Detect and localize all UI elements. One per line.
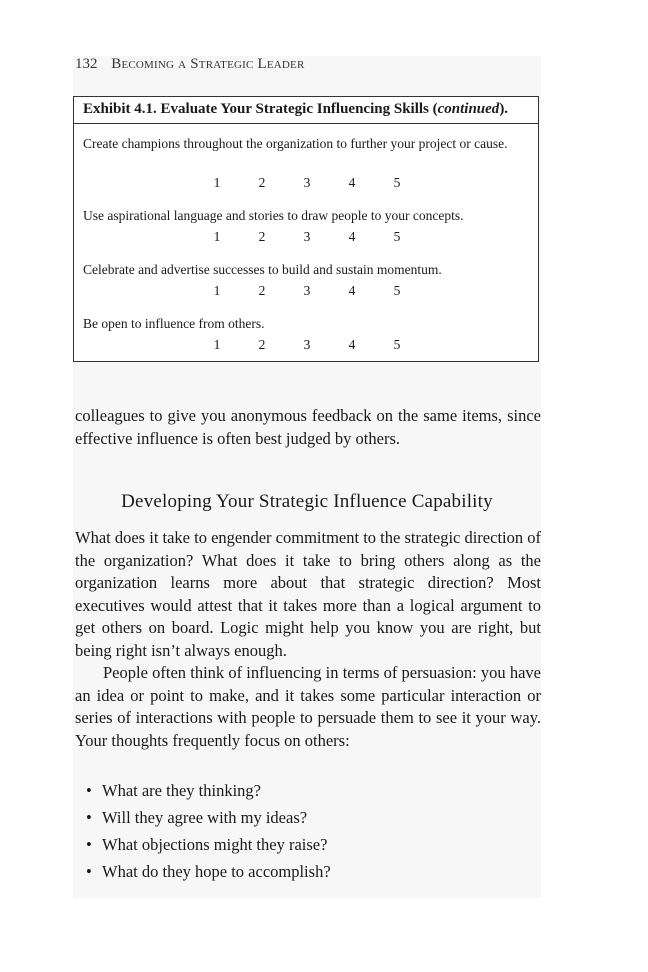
rating-option: 5 <box>393 283 401 298</box>
rating-option: 3 <box>303 229 311 244</box>
running-head-title: Becoming a Strategic Leader <box>111 56 305 72</box>
exhibit-box: Exhibit 4.1. Evaluate Your Strategic Inf… <box>73 96 539 362</box>
continuation-paragraph: colleagues to give you anonymous feedbac… <box>75 406 541 448</box>
list-item: • What are they thinking? <box>75 777 541 804</box>
rating-option: 5 <box>393 337 401 352</box>
paragraph-2: People often think of influencing in ter… <box>75 663 541 750</box>
exhibit-item-text: Celebrate and advertise successes to bui… <box>83 262 442 277</box>
list-item: • What do they hope to accomplish? <box>75 858 541 885</box>
exhibit-item-text: Be open to influence from others. <box>83 316 265 331</box>
bullet-list: • What are they thinking? • Will they agre… <box>75 777 541 885</box>
rating-option: 1 <box>213 283 221 298</box>
rating-option: 2 <box>258 229 266 244</box>
rating-option: 1 <box>213 175 221 190</box>
list-item: • Will they agree with my ideas? <box>75 804 541 831</box>
rating-option: 3 <box>303 175 311 190</box>
rating-option: 3 <box>303 283 311 298</box>
rating-option: 3 <box>303 337 311 352</box>
exhibit-item-4: Be open to influence from others. <box>83 315 531 333</box>
exhibit-item-1: Create champions throughout the organiza… <box>83 135 531 153</box>
page-number: 132 <box>75 56 98 72</box>
paragraph-1: What does it take to engender commitment… <box>75 528 541 660</box>
running-head: 132 Becoming a Strategic Leader <box>75 54 305 74</box>
section-heading: Developing Your Strategic Influence Capa… <box>121 491 493 512</box>
bullet-icon: • <box>86 781 92 800</box>
exhibit-item-2: Use aspirational language and stories to… <box>83 207 531 225</box>
list-item: • What objections might they raise? <box>75 831 541 858</box>
rating-option: 4 <box>348 175 356 190</box>
rating-option: 2 <box>258 283 266 298</box>
exhibit-item-text: Use aspirational language and stories to… <box>83 208 464 223</box>
exhibit-item-3: Celebrate and advertise successes to bui… <box>83 261 531 279</box>
rating-option: 4 <box>348 229 356 244</box>
bullet-icon: • <box>86 862 92 881</box>
rating-option: 4 <box>348 337 356 352</box>
bullet-icon: • <box>86 835 92 854</box>
rating-option: 2 <box>258 337 266 352</box>
rating-option: 1 <box>213 337 221 352</box>
rating-option: 5 <box>393 229 401 244</box>
rating-option: 1 <box>213 229 221 244</box>
exhibit-title: Exhibit 4.1. Evaluate Your Strategic Inf… <box>74 97 538 124</box>
exhibit-item-text: Create champions throughout the organiza… <box>83 136 508 151</box>
rating-option: 2 <box>258 175 266 190</box>
rating-option: 4 <box>348 283 356 298</box>
bullet-icon: • <box>86 808 92 827</box>
rating-option: 5 <box>393 175 401 190</box>
